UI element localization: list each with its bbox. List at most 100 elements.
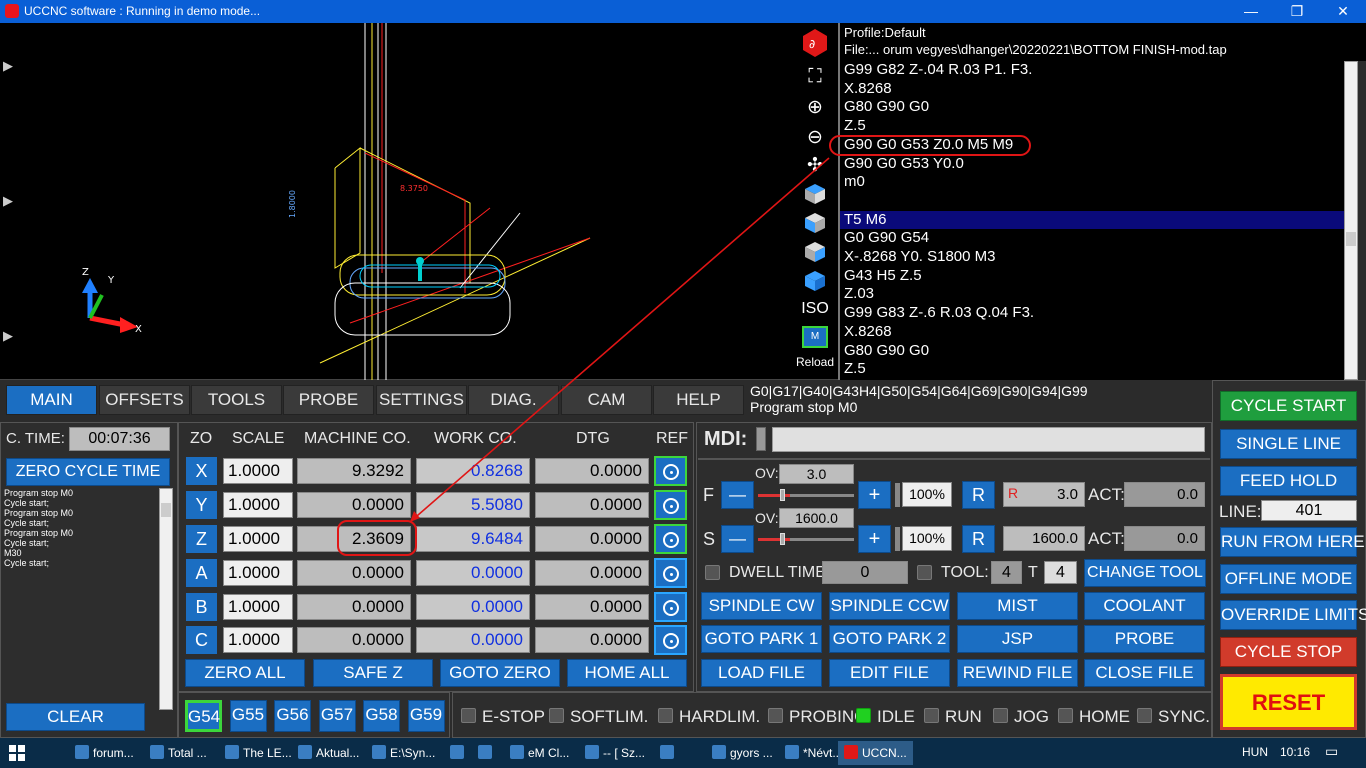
- notification-icon[interactable]: ▭: [1325, 743, 1338, 760]
- goto-zero-button[interactable]: GOTO ZERO: [440, 659, 560, 687]
- spindle-plus-button[interactable]: +: [858, 525, 891, 553]
- view-iso-icon[interactable]: [796, 269, 834, 299]
- edit-file-button[interactable]: EDIT FILE: [829, 659, 950, 687]
- gcode-line[interactable]: Z.5: [840, 360, 1344, 379]
- offset-g55-button[interactable]: G55: [229, 700, 267, 732]
- spindle-ccw-button[interactable]: SPINDLE CCW: [829, 592, 950, 620]
- taskbar-app-item[interactable]: [450, 745, 468, 760]
- offset-g56-button[interactable]: G56: [274, 700, 311, 732]
- coolant-button[interactable]: COOLANT: [1084, 592, 1205, 620]
- expand-arrow-icon[interactable]: ▶: [3, 328, 17, 344]
- feed-plus-button[interactable]: +: [858, 481, 891, 509]
- work-coord-field[interactable]: 0.0000: [416, 594, 530, 620]
- taskbar-app-item[interactable]: Aktual...: [298, 745, 359, 760]
- tab-tools[interactable]: TOOLS: [191, 385, 282, 415]
- dwell-checkbox[interactable]: [705, 565, 720, 580]
- taskbar-app-item[interactable]: UCCN...: [838, 741, 913, 765]
- taskbar-app-item[interactable]: E:\Syn...: [372, 745, 435, 760]
- clear-button[interactable]: CLEAR: [6, 703, 145, 731]
- gcode-line[interactable]: Z.5: [840, 117, 1344, 136]
- offset-g58-button[interactable]: G58: [363, 700, 400, 732]
- cycle-start-button[interactable]: CYCLE START: [1220, 391, 1357, 421]
- zero-all-button[interactable]: ZERO ALL: [185, 659, 305, 687]
- scale-field[interactable]: 1.0000: [223, 492, 293, 518]
- work-coord-field[interactable]: 5.5080: [416, 492, 530, 518]
- zero-cycle-time-button[interactable]: ZERO CYCLE TIME: [6, 458, 170, 486]
- tab-probe[interactable]: PROBE: [283, 385, 374, 415]
- axis-zero-button-z[interactable]: Z: [186, 525, 217, 553]
- fit-icon[interactable]: ⛶: [796, 66, 834, 88]
- tab-help[interactable]: HELP: [653, 385, 744, 415]
- taskbar-app-item[interactable]: The LE...: [225, 745, 292, 760]
- gcode-line[interactable]: G0 G90 G54: [840, 229, 1344, 248]
- tab-main[interactable]: MAIN: [6, 385, 97, 415]
- gcode-line[interactable]: [840, 192, 1344, 211]
- maximize-button[interactable]: ❐: [1274, 0, 1320, 23]
- goto-park-1-button[interactable]: GOTO PARK 1: [701, 625, 822, 653]
- override-limits-button[interactable]: OVERRIDE LIMITS: [1220, 600, 1366, 630]
- home-axis-button-z[interactable]: [654, 524, 687, 554]
- scale-field[interactable]: 1.0000: [223, 594, 293, 620]
- offset-g54-button[interactable]: G54: [185, 700, 222, 732]
- view-side-icon[interactable]: [796, 240, 834, 270]
- work-coord-field[interactable]: 0.8268: [416, 458, 530, 484]
- expand-arrow-icon[interactable]: ▶: [3, 58, 17, 74]
- axis-zero-button-x[interactable]: X: [186, 457, 217, 485]
- reset-button[interactable]: RESET: [1220, 674, 1357, 730]
- work-coord-field[interactable]: 0.0000: [416, 627, 530, 653]
- toolpath-viewport[interactable]: ▶ ▶ ▶ 8.3750 1.8000 Z Y X: [0, 23, 838, 380]
- home-axis-button-a[interactable]: [654, 558, 687, 588]
- close-file-button[interactable]: CLOSE FILE: [1084, 659, 1205, 687]
- run-from-here-button[interactable]: RUN FROM HERE: [1220, 527, 1365, 557]
- cycle-stop-button[interactable]: CYCLE STOP: [1220, 637, 1357, 667]
- gcode-scrollbar[interactable]: [1344, 61, 1358, 380]
- expand-arrow-icon[interactable]: ▶: [3, 193, 17, 209]
- reload-icon[interactable]: M: [796, 326, 834, 348]
- gcode-line[interactable]: X.8268: [840, 80, 1344, 99]
- spindle-reset-button[interactable]: R: [962, 525, 995, 553]
- home-axis-button-b[interactable]: [654, 592, 687, 622]
- home-axis-button-y[interactable]: [654, 490, 687, 520]
- goto-park-2-button[interactable]: GOTO PARK 2: [829, 625, 950, 653]
- tool-checkbox[interactable]: [917, 565, 932, 580]
- work-coord-field[interactable]: 0.0000: [416, 560, 530, 586]
- taskbar-app-item[interactable]: eM Cl...: [510, 745, 569, 760]
- tab-offsets[interactable]: OFFSETS: [99, 385, 190, 415]
- scale-field[interactable]: 1.0000: [223, 458, 293, 484]
- spindle-cw-button[interactable]: SPINDLE CW: [701, 592, 822, 620]
- scroll-thumb[interactable]: [1346, 232, 1356, 246]
- iso-view-button[interactable]: ISO: [796, 300, 834, 318]
- scale-field[interactable]: 1.0000: [223, 560, 293, 586]
- scale-field[interactable]: 1.0000: [223, 627, 293, 653]
- gcode-line[interactable]: X-.8268 Y0. S1800 M3: [840, 248, 1344, 267]
- line-number-input[interactable]: 401: [1261, 500, 1357, 521]
- home-axis-button-c[interactable]: [654, 625, 687, 655]
- change-tool-button[interactable]: CHANGE TOOL: [1084, 559, 1206, 587]
- axis-zero-button-c[interactable]: C: [186, 626, 217, 654]
- spindle-minus-button[interactable]: —: [721, 525, 754, 553]
- view-top-icon[interactable]: [796, 182, 834, 212]
- windows-start-icon[interactable]: [9, 745, 25, 761]
- clock[interactable]: 10:16: [1280, 745, 1310, 759]
- gcode-line[interactable]: m0: [840, 173, 1344, 192]
- gcode-line[interactable]: G99 G82 Z-.04 R.03 P1. F3.: [840, 61, 1344, 80]
- load-file-button[interactable]: LOAD FILE: [701, 659, 822, 687]
- language-indicator[interactable]: HUN: [1242, 745, 1268, 759]
- tab-cam[interactable]: CAM: [561, 385, 652, 415]
- rewind-file-button[interactable]: REWIND FILE: [957, 659, 1078, 687]
- single-line-button[interactable]: SINGLE LINE: [1220, 429, 1357, 459]
- offline-mode-button[interactable]: OFFLINE MODE: [1220, 564, 1357, 594]
- scale-field[interactable]: 1.0000: [223, 526, 293, 552]
- feed-minus-button[interactable]: —: [721, 481, 754, 509]
- home-axis-button-x[interactable]: [654, 456, 687, 486]
- taskbar-app-item[interactable]: gyors ...: [712, 745, 773, 760]
- fit-all-icon[interactable]: ✣: [796, 154, 834, 177]
- home-all-button[interactable]: HOME ALL: [567, 659, 687, 687]
- gcode-line[interactable]: G43 H5 Z.5: [840, 267, 1344, 286]
- tab-settings[interactable]: SETTINGS: [376, 385, 467, 415]
- status-log-scrollbar[interactable]: [159, 488, 173, 710]
- gcode-line[interactable]: G99 G83 Z-.6 R.03 Q.04 F3.: [840, 304, 1344, 323]
- taskbar-app-item[interactable]: forum...: [75, 745, 134, 760]
- gcode-line[interactable]: Z.03: [840, 285, 1344, 304]
- work-coord-field[interactable]: 9.6484: [416, 526, 530, 552]
